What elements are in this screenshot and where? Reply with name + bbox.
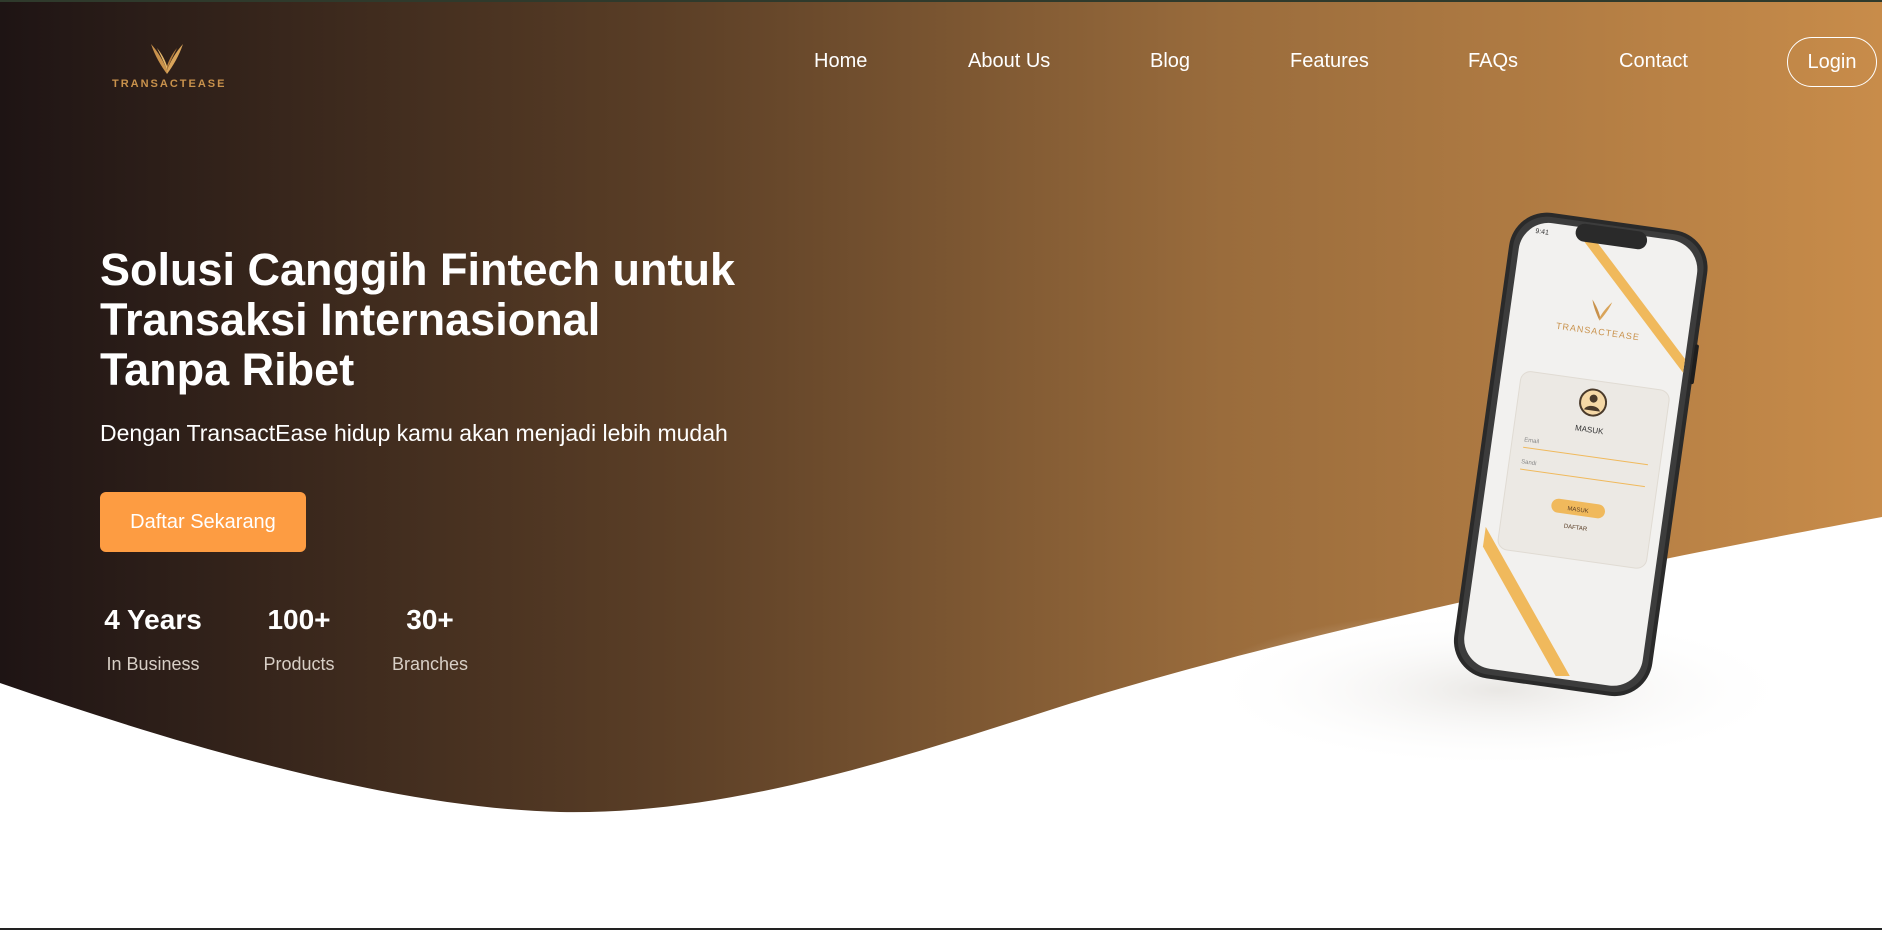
nav-item-blog[interactable]: Blog — [1150, 50, 1190, 73]
stat-years: 4 Years In Business — [100, 604, 206, 675]
stat-value: 4 Years — [104, 604, 202, 635]
hero-headline: Solusi Canggih Fintech untuk Transaksi I… — [100, 245, 800, 395]
nav-item-features[interactable]: Features — [1290, 50, 1369, 73]
headline-line: Tanpa Ribet — [100, 344, 355, 395]
phone-illustration: 9:41 TRANSACTEASE MASUK Email Sandi MASU… — [1453, 212, 1708, 697]
nav-item-home[interactable]: Home — [814, 50, 867, 73]
headline-line: Solusi Canggih Fintech untuk — [100, 244, 735, 295]
login-button[interactable]: Login — [1787, 37, 1877, 87]
nav-item-about-us[interactable]: About Us — [968, 50, 1050, 73]
stat-value: 100+ — [267, 604, 331, 635]
nav-item-contact[interactable]: Contact — [1619, 50, 1688, 73]
stat-label: In Business — [106, 654, 200, 674]
hero-subheadline: Dengan TransactEase hidup kamu akan menj… — [100, 420, 728, 446]
stat-label: Branches — [391, 654, 469, 674]
register-now-button[interactable]: Daftar Sekarang — [100, 492, 306, 552]
top-border — [0, 0, 1882, 2]
brand-name: TRANSACTEASE — [112, 78, 227, 90]
headline-line: Transaksi Internasional — [100, 294, 601, 345]
stat-branches: 30+ Branches — [390, 604, 470, 675]
wing-logo-icon — [151, 44, 183, 74]
phone-mockup: 9:41 TRANSACTEASE MASUK Email Sandi MASU… — [1440, 210, 1730, 710]
brand-logo[interactable]: TRANSACTEASE — [112, 40, 227, 90]
stat-products: 100+ Products — [258, 604, 340, 675]
stat-value: 30+ — [406, 604, 454, 635]
stat-label: Products — [263, 654, 335, 674]
nav-item-faqs[interactable]: FAQs — [1468, 50, 1518, 73]
